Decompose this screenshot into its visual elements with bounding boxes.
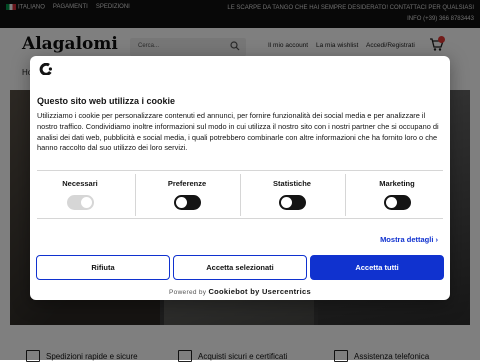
accept-all-button[interactable]: Accetta tutti	[310, 255, 444, 280]
cookie-description: Utilizziamo i cookie per personalizzare …	[37, 111, 439, 153]
divider	[37, 218, 443, 219]
show-details-link[interactable]: Mostra dettagli ›	[380, 235, 438, 244]
cookie-consent-dialog: Questo sito web utilizza i cookie Utiliz…	[30, 56, 450, 300]
category-necessary: Necessari	[30, 179, 130, 210]
divider	[135, 174, 136, 216]
statistics-toggle[interactable]	[278, 195, 306, 210]
divider	[240, 174, 241, 216]
chevron-right-icon: ›	[435, 235, 439, 244]
divider	[345, 174, 346, 216]
category-statistics: Statistiche	[242, 179, 342, 210]
powered-by[interactable]: Powered by Cookiebot by Usercentrics	[30, 287, 450, 296]
cookiebot-logo-icon	[39, 63, 52, 75]
preferences-toggle[interactable]	[173, 195, 201, 210]
necessary-toggle	[66, 195, 94, 210]
category-preferences: Preferenze	[137, 179, 237, 210]
category-marketing: Marketing	[347, 179, 447, 210]
cookie-title: Questo sito web utilizza i cookie	[37, 96, 176, 106]
marketing-toggle[interactable]	[383, 195, 411, 210]
divider	[37, 170, 443, 171]
accept-selected-button[interactable]: Accetta selezionati	[173, 255, 307, 280]
deny-button[interactable]: Rifiuta	[36, 255, 170, 280]
